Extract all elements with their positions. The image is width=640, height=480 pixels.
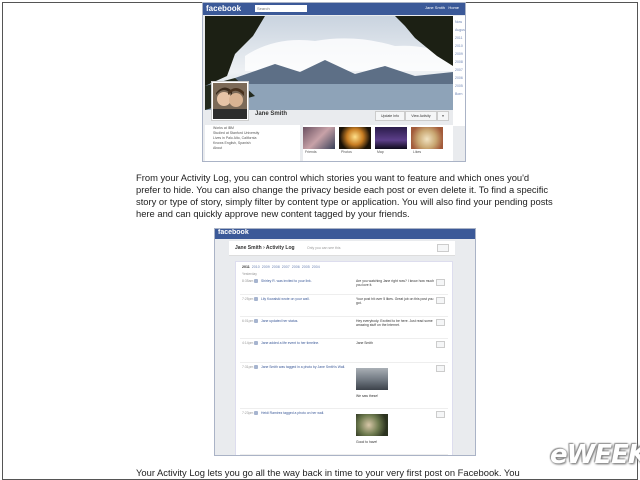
tagged-photo[interactable] xyxy=(356,414,388,436)
year-link[interactable]: August xyxy=(455,28,465,32)
row-story: Your post hit over 5 likes. Great job on… xyxy=(356,297,434,305)
settings-dropdown-button[interactable]: ▾ xyxy=(437,111,449,121)
profile-name: Jane Smith xyxy=(255,111,288,117)
likes-thumbnail[interactable] xyxy=(411,127,443,149)
timeline-screenshot: facebook Search Jane Smith Home Now Augu… xyxy=(202,2,466,162)
activity-row: 7:31pm Jane Smith was tagged in a photo … xyxy=(240,364,448,409)
row-time: 7:25pm xyxy=(242,297,254,301)
year-link[interactable]: 2009 xyxy=(455,52,465,56)
facebook-top-bar: facebook Search Jane Smith Home xyxy=(203,3,465,15)
row-action[interactable]: Shirley R. was invited to your link. xyxy=(261,279,312,283)
year-link[interactable]: 2010 xyxy=(455,44,465,48)
year-link[interactable]: 2008 xyxy=(455,60,465,64)
year-link[interactable]: 2007 xyxy=(455,68,465,72)
friends-label: Friends xyxy=(305,150,317,154)
timeline-year-nav: Now August 2011 2010 2009 2008 2007 2006… xyxy=(453,16,465,126)
visibility-dropdown[interactable] xyxy=(436,279,445,286)
caption-paragraph-2: Your Activity Log lets you go all the wa… xyxy=(136,467,520,478)
gear-icon[interactable] xyxy=(437,244,449,252)
activity-row: 6:01pm Jane updated her status. Hey ever… xyxy=(240,318,448,339)
activity-log-header: Jane Smith › Activity Log Only you can s… xyxy=(229,241,455,256)
map-thumbnail[interactable] xyxy=(375,127,407,149)
year-filter-item[interactable]: 2004 xyxy=(312,265,320,269)
row-action[interactable]: Lily Kowalski wrote on your wall. xyxy=(261,297,310,301)
row-story: Are you watching Jane right now? I know … xyxy=(356,279,435,287)
activity-log-list: 2011 2010 2009 2008 2007 2006 2005 2004 … xyxy=(235,261,453,455)
activity-log-screenshot: facebook Jane Smith › Activity Log Only … xyxy=(214,228,476,456)
profile-picture[interactable] xyxy=(211,81,249,121)
facebook-logo[interactable]: facebook xyxy=(206,4,241,13)
caption-paragraph-1: From your Activity Log, you can control … xyxy=(136,172,553,219)
info-languages: Knows English, Spanish xyxy=(213,141,251,145)
facebook-top-bar: facebook xyxy=(215,229,475,239)
activity-icon xyxy=(254,411,258,415)
year-link[interactable]: 2005 xyxy=(455,84,465,88)
info-education: Studied at Stanford University xyxy=(213,131,260,135)
app-thumbnails: Friends Photos Map Likes xyxy=(303,125,453,161)
row-story: We saw these! xyxy=(356,394,379,398)
activity-row: 7:23pm Heidi Ramirez tagged a photo on h… xyxy=(240,410,448,455)
activity-icon xyxy=(254,341,258,345)
row-time: 6:01pm xyxy=(242,319,254,323)
activity-icon xyxy=(254,279,258,283)
eweek-logo: eWEEK xyxy=(550,440,640,470)
visibility-dropdown[interactable] xyxy=(436,411,445,418)
year-link[interactable]: 2011 xyxy=(455,36,465,40)
user-link[interactable]: Jane Smith xyxy=(425,5,445,10)
row-time: 8:35am xyxy=(242,279,254,283)
facebook-logo[interactable]: facebook xyxy=(218,229,249,236)
row-story: Jane Smith xyxy=(356,341,373,345)
activity-icon xyxy=(254,365,258,369)
activity-row: 7:25pm Lily Kowalski wrote on your wall.… xyxy=(240,296,448,317)
year-filter-item[interactable]: 2010 xyxy=(252,265,260,269)
map-label: Map xyxy=(377,150,384,154)
search-input[interactable]: Search xyxy=(255,5,307,12)
year-link[interactable]: 2006 xyxy=(455,76,465,80)
year-filter-item[interactable]: 2007 xyxy=(282,265,290,269)
year-filter-item[interactable]: 2008 xyxy=(272,265,280,269)
tagged-photo[interactable] xyxy=(356,368,388,390)
row-action[interactable]: Jane updated her status. xyxy=(261,319,298,323)
activity-row: 4:14pm Jane added a life event to her ti… xyxy=(240,340,448,363)
photos-label: Photos xyxy=(341,150,352,154)
activity-icon xyxy=(254,319,258,323)
section-heading: Yesterday xyxy=(242,272,257,276)
year-link[interactable]: Born xyxy=(455,92,465,96)
about-link[interactable]: About xyxy=(213,146,300,150)
row-time: 4:14pm xyxy=(242,341,254,345)
visibility-dropdown[interactable] xyxy=(436,341,445,348)
row-action[interactable]: Jane Smith was tagged in a photo by Jane… xyxy=(261,365,345,369)
view-activity-button[interactable]: View Activity xyxy=(405,111,437,121)
activity-icon xyxy=(254,297,258,301)
visibility-dropdown[interactable] xyxy=(436,319,445,326)
friends-thumbnail[interactable] xyxy=(303,127,335,149)
row-action[interactable]: Heidi Ramirez tagged a photo on her wall… xyxy=(261,411,324,415)
info-location: Lives in Palo Alto, California xyxy=(213,136,257,140)
visibility-dropdown[interactable] xyxy=(436,297,445,304)
visibility-dropdown[interactable] xyxy=(436,365,445,372)
update-info-button[interactable]: Update Info xyxy=(375,111,405,121)
row-time: 7:23pm xyxy=(242,411,254,415)
row-story: Good to have! xyxy=(356,440,378,444)
year-filter-item[interactable]: 2005 xyxy=(302,265,310,269)
activity-row: 8:35am Shirley R. was invited to your li… xyxy=(240,278,448,295)
home-link[interactable]: Home xyxy=(448,5,459,10)
photos-thumbnail[interactable] xyxy=(339,127,371,149)
year-filter-item[interactable]: 2006 xyxy=(292,265,300,269)
privacy-note: Only you can see this xyxy=(307,246,341,250)
year-filter-item[interactable]: 2011 xyxy=(242,265,250,269)
row-story: Hey everybody. Excited to be here. Just … xyxy=(356,319,433,327)
row-action[interactable]: Jane added a life event to her timeline. xyxy=(261,341,319,345)
likes-label: Likes xyxy=(413,150,422,154)
activity-log-title: Jane Smith › Activity Log xyxy=(235,245,295,251)
row-time: 7:31pm xyxy=(242,365,254,369)
year-link[interactable]: Now xyxy=(455,20,465,24)
year-filter: 2011 2010 2009 2008 2007 2006 2005 2004 xyxy=(242,265,320,269)
year-filter-item[interactable]: 2009 xyxy=(262,265,270,269)
info-work: Works at IBM xyxy=(213,126,234,130)
profile-info-box: Works at IBM Studied at Stanford Univers… xyxy=(205,125,300,161)
